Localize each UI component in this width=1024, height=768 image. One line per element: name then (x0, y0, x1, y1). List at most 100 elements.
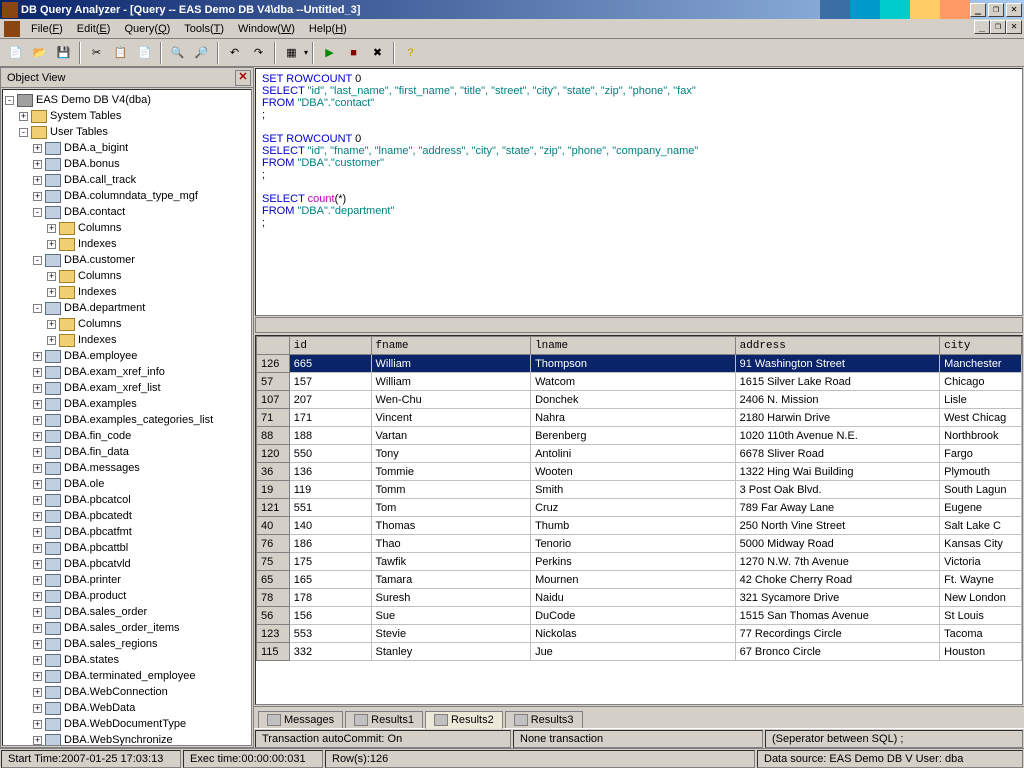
tree-table[interactable]: +DBA.states (5, 652, 249, 668)
tree-table[interactable]: -DBA.customer (5, 252, 249, 268)
new-button[interactable]: 📄 (4, 42, 27, 64)
tree-table[interactable]: +DBA.fin_code (5, 428, 249, 444)
tree-table[interactable]: +DBA.product (5, 588, 249, 604)
child-close-button[interactable]: ✕ (1006, 20, 1022, 34)
tree-table[interactable]: +DBA.call_track (5, 172, 249, 188)
table-row[interactable]: 120550TonyAntolini6678 Sliver RoadFargo (257, 445, 1022, 463)
tree-user-tables[interactable]: -User Tables (5, 124, 249, 140)
tree-table[interactable]: +DBA.terminated_employee (5, 668, 249, 684)
close-button[interactable]: ✕ (1006, 3, 1022, 17)
table-row[interactable]: 36136TommieWooten1322 Hing Wai BuildingP… (257, 463, 1022, 481)
child-restore-button[interactable]: ❐ (990, 20, 1006, 34)
tree-table[interactable]: +DBA.WebDocumentType (5, 716, 249, 732)
table-row[interactable]: 126665WilliamThompson91 Washington Stree… (257, 355, 1022, 373)
tree-table[interactable]: +DBA.exam_xref_info (5, 364, 249, 380)
tree-table[interactable]: +DBA.fin_data (5, 444, 249, 460)
sql-horizontal-scrollbar[interactable] (255, 317, 1023, 333)
menu-window[interactable]: Window(W) (231, 21, 302, 37)
tree-table[interactable]: +DBA.a_bigint (5, 140, 249, 156)
help-button[interactable]: ? (399, 42, 422, 64)
tree-table[interactable]: +DBA.sales_order_items (5, 620, 249, 636)
maximize-button[interactable]: ❐ (988, 3, 1004, 17)
tree-table[interactable]: +DBA.pbcattbl (5, 540, 249, 556)
table-row[interactable]: 115332StanleyJue67 Bronco CircleHouston (257, 643, 1022, 661)
table-row[interactable]: 65165TamaraMournen42 Choke Cherry RoadFt… (257, 571, 1022, 589)
tree-table[interactable]: +DBA.examples (5, 396, 249, 412)
tree-indexes[interactable]: +Indexes (5, 332, 249, 348)
tree-table[interactable]: +DBA.ole (5, 476, 249, 492)
tree-root[interactable]: -EAS Demo DB V4(dba) (5, 92, 249, 108)
tree-columns[interactable]: +Columns (5, 220, 249, 236)
redo-button[interactable]: ↷ (247, 42, 270, 64)
tab-results2[interactable]: Results2 (425, 711, 503, 729)
menu-query[interactable]: Query(Q) (117, 21, 177, 37)
menu-file[interactable]: File(F) (24, 21, 70, 37)
tree-table[interactable]: +DBA.examples_categories_list (5, 412, 249, 428)
close-panel-button[interactable]: ✕ (235, 70, 251, 86)
menu-tools[interactable]: Tools(T) (177, 21, 231, 37)
tree-columns[interactable]: +Columns (5, 268, 249, 284)
tree-system-tables[interactable]: +System Tables (5, 108, 249, 124)
table-row[interactable]: 123553StevieNickolas77 Recordings Circle… (257, 625, 1022, 643)
tree-table[interactable]: +DBA.WebSynchronize (5, 732, 249, 746)
table-row[interactable]: 107207Wen-ChuDonchek2406 N. MissionLisle (257, 391, 1022, 409)
minimize-button[interactable]: _ (970, 3, 986, 17)
find-next-button[interactable]: 🔎 (190, 42, 213, 64)
tree-columns[interactable]: +Columns (5, 316, 249, 332)
object-tree[interactable]: -EAS Demo DB V4(dba)+System Tables-User … (2, 89, 252, 746)
cut-button[interactable]: ✂ (85, 42, 108, 64)
menu-help[interactable]: Help(H) (302, 21, 354, 37)
tree-indexes[interactable]: +Indexes (5, 284, 249, 300)
grid-button[interactable]: ▦ (280, 42, 303, 64)
open-button[interactable]: 📂 (28, 42, 51, 64)
table-row[interactable]: 75175TawfikPerkins1270 N.W. 7th AvenueVi… (257, 553, 1022, 571)
tree-indexes[interactable]: +Indexes (5, 236, 249, 252)
tree-table[interactable]: +DBA.printer (5, 572, 249, 588)
table-row[interactable]: 19119TommSmith3 Post Oak Blvd.South Lagu… (257, 481, 1022, 499)
column-header-id[interactable]: id (289, 337, 371, 355)
cancel-exec-button[interactable]: ✖ (366, 42, 389, 64)
column-header-city[interactable]: city (940, 337, 1022, 355)
tree-table[interactable]: -DBA.contact (5, 204, 249, 220)
tree-table[interactable]: +DBA.sales_regions (5, 636, 249, 652)
sql-editor[interactable]: SET ROWCOUNT 0 SELECT "id", "last_name",… (255, 68, 1023, 316)
stop-button[interactable]: ■ (342, 42, 365, 64)
table-row[interactable]: 88188VartanBerenberg1020 110th Avenue N.… (257, 427, 1022, 445)
tab-results1[interactable]: Results1 (345, 711, 423, 728)
tree-table[interactable]: +DBA.pbcatcol (5, 492, 249, 508)
column-header-address[interactable]: address (735, 337, 940, 355)
tree-table[interactable]: +DBA.messages (5, 460, 249, 476)
undo-button[interactable]: ↶ (223, 42, 246, 64)
column-header-fname[interactable]: fname (371, 337, 531, 355)
find-button[interactable]: 🔍 (166, 42, 189, 64)
table-row[interactable]: 71171VincentNahra2180 Harwin DriveWest C… (257, 409, 1022, 427)
tree-label: DBA.product (64, 590, 126, 602)
column-header-lname[interactable]: lname (531, 337, 736, 355)
table-row[interactable]: 57157WilliamWatcom1615 Silver Lake RoadC… (257, 373, 1022, 391)
tree-table[interactable]: -DBA.department (5, 300, 249, 316)
table-row[interactable]: 40140ThomasThumb250 North Vine StreetSal… (257, 517, 1022, 535)
copy-button[interactable]: 📋 (109, 42, 132, 64)
child-minimize-button[interactable]: _ (974, 20, 990, 34)
save-button[interactable]: 💾 (52, 42, 75, 64)
table-row[interactable]: 121551TomCruz789 Far Away LaneEugene (257, 499, 1022, 517)
tree-table[interactable]: +DBA.sales_order (5, 604, 249, 620)
tree-table[interactable]: +DBA.WebData (5, 700, 249, 716)
menu-edit[interactable]: Edit(E) (70, 21, 118, 37)
tree-table[interactable]: +DBA.exam_xref_list (5, 380, 249, 396)
paste-button[interactable]: 📄 (133, 42, 156, 64)
tree-table[interactable]: +DBA.bonus (5, 156, 249, 172)
tree-table[interactable]: +DBA.WebConnection (5, 684, 249, 700)
results-grid[interactable]: idfnamelnameaddresscity 126665WilliamTho… (255, 335, 1023, 705)
tab-messages[interactable]: Messages (258, 711, 343, 728)
table-row[interactable]: 56156SueDuCode1515 San Thomas AvenueSt L… (257, 607, 1022, 625)
tree-table[interactable]: +DBA.pbcatedt (5, 508, 249, 524)
tree-table[interactable]: +DBA.employee (5, 348, 249, 364)
tree-table[interactable]: +DBA.columndata_type_mgf (5, 188, 249, 204)
table-row[interactable]: 78178SureshNaidu321 Sycamore DriveNew Lo… (257, 589, 1022, 607)
tree-table[interactable]: +DBA.pbcatfmt (5, 524, 249, 540)
tree-table[interactable]: +DBA.pbcatvld (5, 556, 249, 572)
table-row[interactable]: 76186ThaoTenorio5000 Midway RoadKansas C… (257, 535, 1022, 553)
execute-button[interactable]: ▶ (318, 42, 341, 64)
tab-results3[interactable]: Results3 (505, 711, 583, 728)
